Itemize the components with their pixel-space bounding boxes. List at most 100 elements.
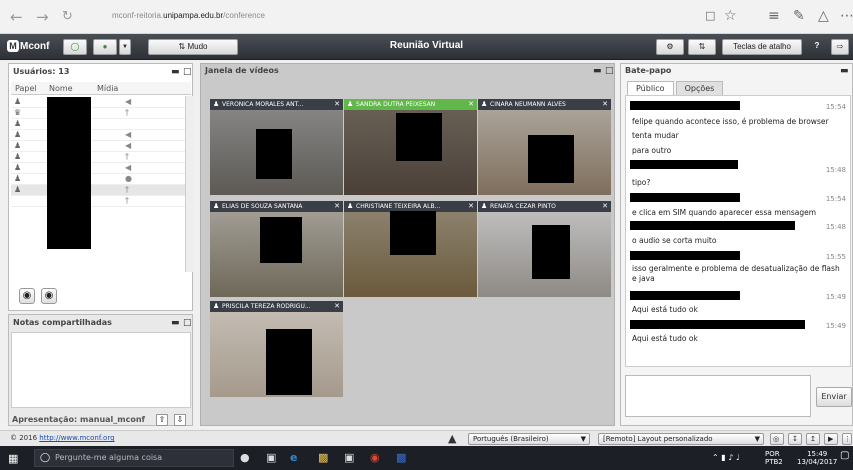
mic-icon: † [125,196,129,205]
minimize-icon[interactable]: ▬ [171,316,180,330]
minimize-icon[interactable]: ▬ [593,64,602,78]
message-time: 15:55 [825,253,846,261]
video-tile[interactable]: ♟ SANDRA DUTRA PEIXESAN ✕ [344,99,477,195]
mic-icon: † [125,185,129,194]
users-scrollbar[interactable] [185,96,193,272]
webcam-icon: ● [102,42,108,51]
upload-icon[interactable]: ⇧ [156,414,168,426]
table-row[interactable]: ♟ ◀ [11,130,186,141]
table-row[interactable]: ♛ † [11,108,186,119]
users-panel-title: Usuários: 13 ▬ □ [13,65,192,79]
layout-select[interactable]: [Remoto] Layout personalizado ▼ [598,433,764,445]
forward-icon[interactable]: → [36,9,49,25]
table-row[interactable]: ♟ ◀ [11,141,186,152]
more-icon[interactable]: ⋯ [840,8,853,24]
video-panel: Janela de vídeos ▬ □ ♟ VERONICA MORALES A… [200,63,615,426]
maximize-icon[interactable]: □ [183,316,192,330]
windows-start-icon[interactable]: ▦ [8,452,18,465]
edge-icon[interactable]: e [290,451,297,465]
task-view-icon[interactable]: ▣ [266,451,276,465]
close-icon[interactable]: ✕ [602,201,608,212]
settings-button[interactable]: ⚙ [656,39,684,55]
tray-clock[interactable]: 15:49 13/04/2017 [797,450,837,466]
user-icon: ♟ [213,302,220,310]
redacted-face [532,225,570,279]
video-tile[interactable]: ♟ VERONICA MORALES ANT... ✕ [210,99,343,195]
taskbar-search[interactable]: ◯ Pergunte-me alguma coisa [34,449,234,467]
reading-view-icon[interactable]: □ [705,8,715,24]
layout-extra-button[interactable]: ⋮ [842,433,852,445]
table-row[interactable]: † [11,196,186,207]
layout-load-button[interactable]: ↥ [806,433,820,445]
layout-button[interactable]: ⇅ [688,39,716,55]
microphone-icon[interactable]: ● [240,451,250,465]
layout-save-button[interactable]: ↧ [788,433,802,445]
col-name[interactable]: Nome [49,84,73,93]
chat-log[interactable]: 15:54 felipe quando acontece isso, é pro… [625,95,851,367]
webcam-button[interactable]: ● [93,39,117,55]
hub-icon[interactable]: ≡ [768,8,780,24]
video-tile[interactable]: ♟ ELIAS DE SOUZA SANTANA ✕ [210,201,343,297]
message-text: o audio se corta muito [632,236,717,245]
logout-button[interactable]: ⇨ [831,39,849,55]
shortcuts-button[interactable]: Teclas de atalho [722,39,802,55]
favorite-star-icon[interactable]: ☆ [724,8,737,24]
maximize-icon[interactable]: □ [605,64,614,78]
word-icon[interactable]: ▩ [396,451,406,465]
video-tile[interactable]: ♟ CINARA NEUMANN ALVES ✕ [478,99,611,195]
copyright: © 2016 http://www.mconf.org [10,434,115,442]
redacted-sender [630,101,740,110]
close-icon[interactable]: ✕ [334,99,340,110]
download-icon[interactable]: ⇩ [174,414,186,426]
tray-icons[interactable]: ⌃ ▮ ♪ ♩ [712,454,740,462]
video-tile[interactable]: ♟ RENATA CEZAR PINTO ✕ [478,201,611,297]
save-icon: ↧ [792,435,798,443]
raise-hand-button[interactable]: ◉ [19,288,35,304]
logout-icon: ⇨ [836,42,844,51]
tab-public[interactable]: Público [627,81,674,95]
layout-apply-button[interactable]: ◎ [770,433,784,445]
table-row[interactable]: ♟ † [11,152,186,163]
close-icon[interactable]: ✕ [468,99,474,110]
layout-next-button[interactable]: ▶ [824,433,838,445]
notifications-icon[interactable]: ▢ [840,451,849,461]
back-icon[interactable]: ← [10,9,23,25]
close-icon[interactable]: ✕ [334,201,340,212]
mconf-link[interactable]: http://www.mconf.org [39,434,114,442]
footer: © 2016 http://www.mconf.org ▲ Português … [0,430,853,446]
headset-button[interactable]: ◯ [63,39,87,55]
close-icon[interactable]: ✕ [468,201,474,212]
send-button[interactable]: Enviar [816,387,852,407]
address-bar[interactable]: mconf-reitoria.unipampa.edu.br/conferenc… [112,11,265,20]
table-row[interactable]: ♟ ◀ [11,97,186,108]
table-row[interactable]: ♟ † [11,185,186,196]
share-icon[interactable]: △ [818,8,829,24]
store-icon[interactable]: ▣ [344,451,354,465]
web-note-icon[interactable]: ✎ [793,8,805,24]
app-toolbar: M Mconf ◯ ● ▼ ⇅ Mudo Reunião Virtual ⚙ ⇅ … [0,34,853,60]
maximize-icon[interactable]: □ [183,65,192,79]
close-icon[interactable]: ✕ [602,99,608,110]
user-settings-button[interactable]: ◉ [41,288,57,304]
language-select[interactable]: Português (Brasileiro) ▼ [468,433,590,445]
file-explorer-icon[interactable]: ▩ [318,451,328,465]
webcam-dropdown[interactable]: ▼ [119,39,131,55]
tray-language[interactable]: POR PTB2 [765,450,783,466]
minimize-icon[interactable]: ▬ [171,65,180,79]
chrome-icon[interactable]: ◉ [370,451,380,465]
mute-button[interactable]: ⇅ Mudo [148,39,238,55]
table-row[interactable]: ♟ ◀ [11,163,186,174]
col-media[interactable]: Mídia [97,84,118,93]
video-tile[interactable]: ♟ PRISCILA TEREZA RODRIGU... ✕ [210,301,343,397]
help-button[interactable]: ? [808,39,826,55]
minimize-icon[interactable]: ▬ [840,64,849,78]
close-icon[interactable]: ✕ [334,301,340,312]
tab-options[interactable]: Opções [675,81,724,95]
table-row[interactable]: ♟ ● [11,174,186,185]
table-row[interactable]: ♟ [11,119,186,130]
reload-icon[interactable]: ↻ [62,9,73,25]
col-role[interactable]: Papel [15,84,37,93]
video-tile[interactable]: ♟ CHRISTIANE TEIXEIRA ALB... ✕ [344,201,477,297]
notes-textarea[interactable] [11,332,191,408]
chat-input[interactable] [625,375,811,417]
